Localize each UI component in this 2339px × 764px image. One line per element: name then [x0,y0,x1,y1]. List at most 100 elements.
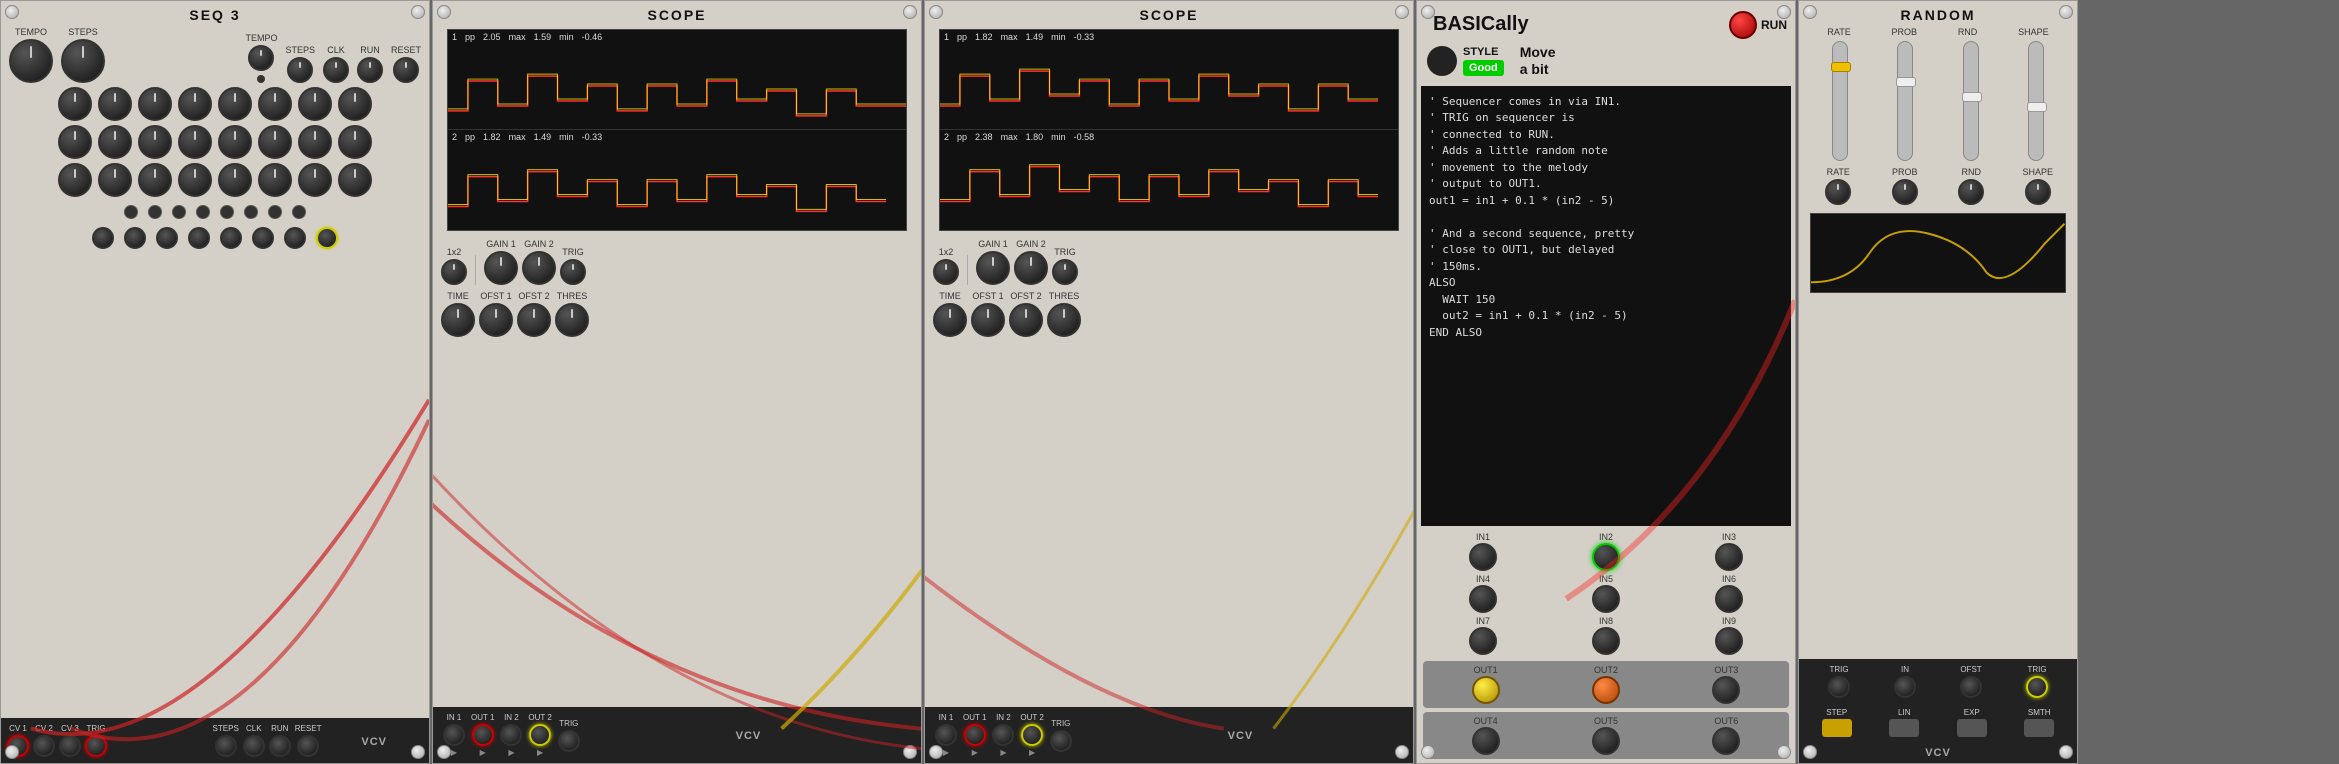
seq-btn5[interactable] [220,205,234,219]
rnd-knob[interactable] [1958,179,1984,205]
in7-jack[interactable] [1469,627,1497,655]
in-r-jack[interactable] [1894,676,1916,698]
in9-jack[interactable] [1715,627,1743,655]
seq-btn4[interactable] [196,205,210,219]
row3-knob4[interactable] [178,163,212,197]
in6-jack[interactable] [1715,585,1743,613]
seq-btn6[interactable] [244,205,258,219]
trig-bottom-jack[interactable] [85,735,107,757]
scope2-gain2-knob[interactable] [1014,251,1048,285]
row2-knob7[interactable] [298,125,332,159]
clk-jack[interactable] [243,735,265,757]
scope1-1x2-knob[interactable] [441,259,467,285]
scope2-ofst1-knob[interactable] [971,303,1005,337]
scope1-out1-jack[interactable] [472,724,494,746]
rate-knob[interactable] [1825,179,1851,205]
jack-row1-5[interactable] [220,227,242,249]
scope2-gain1-knob[interactable] [976,251,1010,285]
basically-code[interactable]: ' Sequencer comes in via IN1. ' TRIG on … [1421,86,1791,526]
prob-slider[interactable] [1897,41,1913,161]
rnd-slider[interactable] [1963,41,1979,161]
tempo-knob[interactable] [9,39,53,83]
row3-knob7[interactable] [298,163,332,197]
scope2-in2-jack[interactable] [992,724,1014,746]
scope1-ofst1-knob[interactable] [479,303,513,337]
step-button[interactable] [1822,719,1852,737]
seq-btn1[interactable] [124,205,138,219]
jack-row1-7[interactable] [284,227,306,249]
steps-knob[interactable] [61,39,105,83]
prob-knob[interactable] [1892,179,1918,205]
row2-knob1[interactable] [58,125,92,159]
exp-button[interactable] [1957,719,1987,737]
clk-knob[interactable] [323,57,349,83]
in3-jack[interactable] [1715,543,1743,571]
scope1-in1-jack[interactable] [443,724,465,746]
in8-jack[interactable] [1592,627,1620,655]
scope1-thres-knob[interactable] [555,303,589,337]
scope2-trig-jack[interactable] [1050,730,1072,752]
trig-r-jack[interactable] [1828,676,1850,698]
seq-btn2[interactable] [148,205,162,219]
row2-knob6[interactable] [258,125,292,159]
row1-knob6[interactable] [258,87,292,121]
basically-run-button[interactable] [1729,11,1757,39]
out4-jack[interactable] [1472,727,1500,755]
row3-knob1[interactable] [58,163,92,197]
seq-btn7[interactable] [268,205,282,219]
out5-jack[interactable] [1592,727,1620,755]
row3-knob3[interactable] [138,163,172,197]
scope2-ofst2-knob[interactable] [1009,303,1043,337]
row3-knob6[interactable] [258,163,292,197]
scope1-gain2-knob[interactable] [522,251,556,285]
row1-knob5[interactable] [218,87,252,121]
row1-knob3[interactable] [138,87,172,121]
scope2-1x2-knob[interactable] [933,259,959,285]
run-knob[interactable] [357,57,383,83]
scope1-in2-jack[interactable] [500,724,522,746]
trig2-r-jack[interactable] [2026,676,2048,698]
basically-style-button[interactable] [1427,46,1457,76]
out3-jack[interactable] [1712,676,1740,704]
shape-knob[interactable] [2025,179,2051,205]
jack-row1-3[interactable] [156,227,178,249]
row1-knob4[interactable] [178,87,212,121]
scope1-trig-knob[interactable] [560,259,586,285]
out2-jack[interactable] [1592,676,1620,704]
out1-jack[interactable] [1472,676,1500,704]
in5-jack[interactable] [1592,585,1620,613]
row3-knob8[interactable] [338,163,372,197]
jack-row1-6[interactable] [252,227,274,249]
tempo2-knob[interactable] [248,45,274,71]
row2-knob3[interactable] [138,125,172,159]
scope2-trig-knob[interactable] [1052,259,1078,285]
in4-jack[interactable] [1469,585,1497,613]
smth-button[interactable] [2024,719,2054,737]
row3-knob5[interactable] [218,163,252,197]
row1-knob8[interactable] [338,87,372,121]
row1-knob2[interactable] [98,87,132,121]
in1-jack[interactable] [1469,543,1497,571]
row3-knob2[interactable] [98,163,132,197]
seq-btn8[interactable] [292,205,306,219]
scope1-gain1-knob[interactable] [484,251,518,285]
shape-thumb[interactable] [2027,102,2047,112]
rate-slider[interactable] [1832,41,1848,161]
jack-row1-4[interactable] [188,227,210,249]
scope1-out2-jack[interactable] [529,724,551,746]
steps-jack[interactable] [215,735,237,757]
prob-thumb[interactable] [1896,77,1916,87]
scope2-time-knob[interactable] [933,303,967,337]
lin-button[interactable] [1889,719,1919,737]
scope2-thres-knob[interactable] [1047,303,1081,337]
scope1-ofst2-knob[interactable] [517,303,551,337]
steps2-knob[interactable] [287,57,313,83]
reset-knob[interactable] [393,57,419,83]
scope1-trig-jack[interactable] [558,730,580,752]
shape-slider[interactable] [2028,41,2044,161]
jack-row1-8[interactable] [316,227,338,249]
row2-knob5[interactable] [218,125,252,159]
row2-knob4[interactable] [178,125,212,159]
row2-knob8[interactable] [338,125,372,159]
scope1-time-knob[interactable] [441,303,475,337]
